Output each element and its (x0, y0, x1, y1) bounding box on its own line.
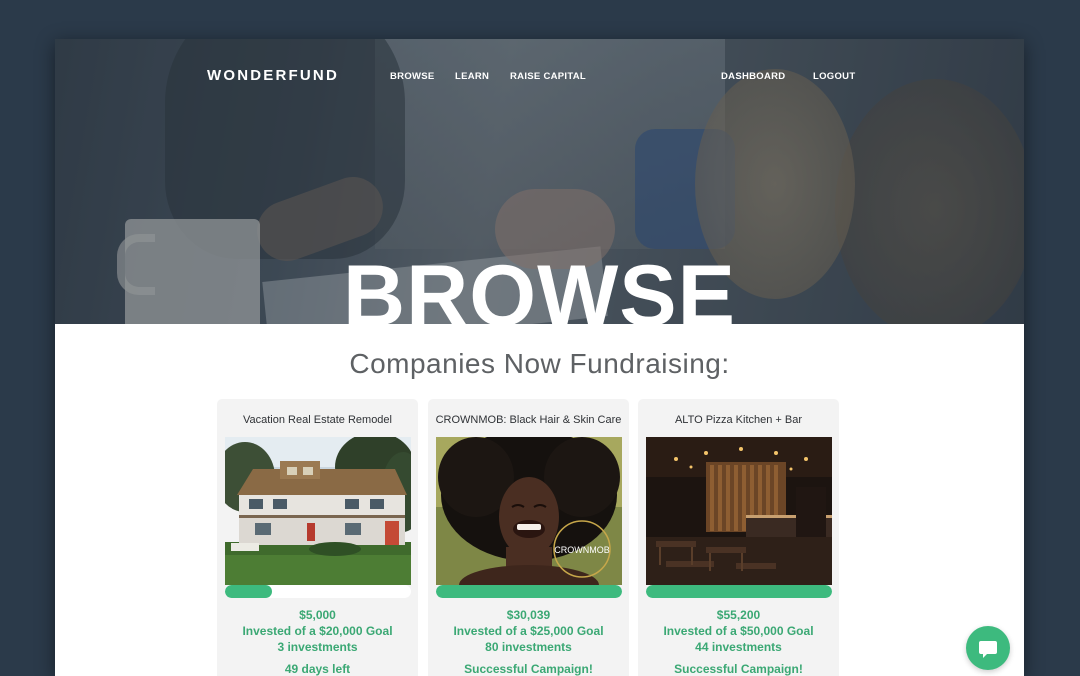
chat-button[interactable] (966, 626, 1010, 670)
crownmob-badge: CROWNMOB (554, 545, 610, 555)
campaign-status: 49 days left (284, 662, 351, 676)
campaign-status: Successful Campaign! (674, 662, 803, 676)
card-title: Vacation Real Estate Remodel (243, 414, 392, 426)
goal-text: Invested of a $20,000 Goal (242, 624, 393, 638)
restaurant-illustration (646, 437, 832, 585)
funding-progress-bar (225, 585, 411, 598)
crownmob-photo: CROWNMOB (436, 437, 622, 585)
restaurant-photo (646, 437, 832, 585)
nav-browse-link[interactable]: BROWSE (390, 71, 435, 82)
house-illustration (225, 437, 411, 585)
crownmob-illustration: CROWNMOB (436, 437, 622, 585)
browser-window: WONDERFUND BROWSE LEARN RAISE CAPITAL DA… (55, 39, 1024, 676)
company-card-vacation-real-estate[interactable]: Vacation Real Estate Remodel $5,000 Inve… (217, 399, 418, 676)
funding-progress-bar (646, 585, 832, 598)
goal-text: Invested of a $25,000 Goal (453, 624, 604, 638)
nav-raise-capital-link[interactable]: RAISE CAPITAL (510, 71, 586, 82)
amount-raised: $55,200 (716, 608, 761, 622)
amount-raised: $30,039 (506, 608, 551, 622)
card-title: ALTO Pizza Kitchen + Bar (674, 414, 803, 426)
chat-bubble-icon (979, 641, 997, 658)
campaign-status: Successful Campaign! (464, 662, 593, 676)
nav-dashboard-link[interactable]: DASHBOARD (721, 71, 785, 82)
investment-count: 44 investments (695, 640, 782, 654)
investment-count: 3 investments (277, 640, 358, 654)
funding-progress-fill (436, 585, 622, 598)
company-card-alto-pizza[interactable]: ALTO Pizza Kitchen + Bar $55,200 Investe… (638, 399, 839, 676)
funding-progress-fill (646, 585, 832, 598)
wonderfund-logo[interactable]: WONDERFUND (207, 68, 339, 84)
nav-logout-link[interactable]: LOGOUT (813, 71, 855, 82)
section-heading: Companies Now Fundraising: (349, 348, 730, 379)
funding-progress-fill (225, 585, 272, 598)
nav-learn-link[interactable]: LEARN (455, 71, 489, 82)
page-title: BROWSE (343, 251, 736, 324)
funding-progress-bar (436, 585, 622, 598)
amount-raised: $5,000 (299, 608, 336, 622)
goal-text: Invested of a $50,000 Goal (663, 624, 814, 638)
company-card-crownmob[interactable]: CROWNMOB: Black Hair & Skin Care CROWNMO… (428, 399, 629, 676)
card-title: CROWNMOB: Black Hair & Skin Care (435, 414, 622, 426)
hero-banner: WONDERFUND BROWSE LEARN RAISE CAPITAL DA… (55, 39, 1024, 324)
investment-count: 80 investments (485, 640, 572, 654)
house-photo (225, 437, 411, 585)
top-navigation: WONDERFUND BROWSE LEARN RAISE CAPITAL DA… (55, 68, 1024, 88)
